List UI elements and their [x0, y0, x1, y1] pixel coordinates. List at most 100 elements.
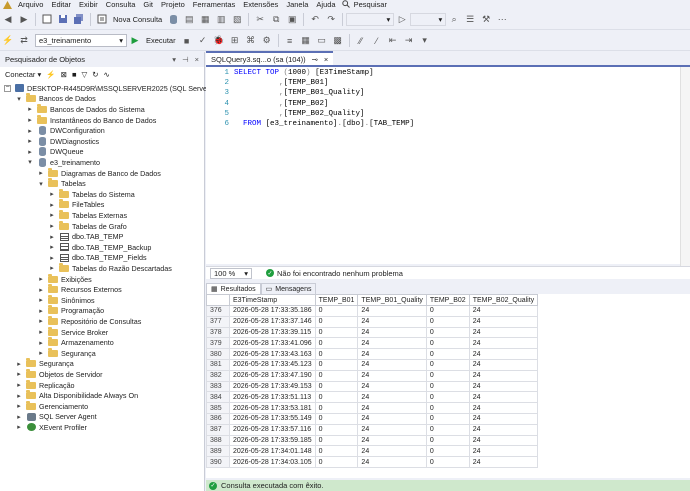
new-query-button[interactable]: Nova Consulta: [113, 15, 162, 24]
tree-node[interactable]: ▸ SQL Server Agent: [15, 412, 96, 423]
results-to-file-icon[interactable]: ▭: [315, 34, 329, 48]
table-cell[interactable]: 0: [314, 315, 359, 328]
table-cell[interactable]: 24: [357, 391, 427, 404]
expand-icon[interactable]: ▸: [37, 169, 45, 177]
expand-icon[interactable]: ▸: [48, 264, 56, 272]
table-cell[interactable]: 24: [357, 412, 427, 425]
table-cell[interactable]: 24: [357, 305, 427, 317]
tree-node[interactable]: ▸ Segurança: [15, 358, 74, 370]
table-cell[interactable]: 0: [314, 402, 359, 414]
expand-icon[interactable]: ▸: [37, 328, 45, 336]
tree-node[interactable]: ▸ dbo.TAB_TEMP_Fields: [48, 253, 146, 264]
database-select[interactable]: e3_treinamento ▾: [35, 34, 127, 47]
tree-node[interactable]: ▸ Tabelas Externas: [48, 209, 127, 221]
table-row[interactable]: 379 2026-05-28 17:33:41.096 0 24 0 24: [206, 337, 539, 350]
table-row[interactable]: 382 2026-05-28 17:33:47.190 0 24 0 24: [206, 369, 539, 382]
row-number[interactable]: 378: [206, 326, 230, 339]
table-cell[interactable]: 0: [314, 358, 359, 371]
table-cell[interactable]: 2026-05-28 17:33:55.149: [229, 412, 316, 425]
expand-icon[interactable]: ▸: [48, 243, 56, 251]
collapse-icon[interactable]: ▾: [15, 95, 23, 103]
tree-node[interactable]: ▸ Exibições: [37, 273, 92, 285]
collapse-icon[interactable]: −: [4, 84, 11, 92]
tree-node[interactable]: ▸ DWConfiguration: [26, 125, 105, 136]
tab-mensagens[interactable]: ▭ Mensagens: [260, 283, 317, 294]
table-cell[interactable]: 24: [357, 358, 427, 371]
table-cell[interactable]: 24: [468, 369, 539, 382]
expand-icon[interactable]: ▸: [15, 402, 23, 410]
tree-node[interactable]: ▸ XEvent Profiler: [15, 422, 87, 433]
tree-node[interactable]: ▸ Armazenamento: [37, 337, 114, 348]
row-number[interactable]: 379: [206, 337, 230, 350]
table-cell[interactable]: 0: [314, 456, 359, 468]
expand-icon[interactable]: ▸: [48, 211, 56, 219]
table-cell[interactable]: 0: [425, 434, 470, 447]
table-cell[interactable]: 2026-05-28 17:33:47.190: [229, 369, 316, 382]
expand-icon[interactable]: ▸: [15, 381, 23, 389]
tree-node[interactable]: ▸ Sinônimos: [37, 294, 95, 306]
tree-node[interactable]: ▸ Segurança: [37, 347, 96, 359]
query-options-icon[interactable]: ⚙: [260, 34, 274, 48]
table-cell[interactable]: 2026-05-28 17:33:43.163: [229, 348, 316, 360]
platform-dropdown[interactable]: ▾: [410, 12, 447, 26]
expand-icon[interactable]: ▸: [48, 201, 56, 209]
expand-icon[interactable]: ▸: [48, 254, 56, 262]
table-row[interactable]: 376 2026-05-28 17:33:35.186 0 24 0 24: [206, 305, 539, 317]
tree-node[interactable]: ▸ Repositório de Consultas: [37, 315, 141, 327]
column-header[interactable]: TEMP_B02_Quality: [468, 294, 539, 306]
forward-icon[interactable]: ▶: [17, 12, 31, 26]
expand-icon[interactable]: ▸: [48, 190, 56, 198]
menu-item-ajuda[interactable]: Ajuda: [312, 0, 339, 9]
connect-plug-icon[interactable]: ⚡: [46, 70, 55, 79]
expand-icon[interactable]: ▸: [37, 317, 45, 325]
new-query-icon[interactable]: [95, 12, 109, 26]
row-number[interactable]: 389: [206, 445, 230, 458]
execute-button[interactable]: Executar: [146, 36, 176, 45]
table-cell[interactable]: 24: [357, 337, 427, 350]
tree-node[interactable]: ▸ Programação: [37, 305, 104, 317]
redo-icon[interactable]: ↷: [324, 12, 338, 26]
issues-indicator[interactable]: ✓ Não foi encontrado nenhum problema: [266, 269, 403, 278]
table-cell[interactable]: 0: [314, 380, 359, 393]
menu-item-git[interactable]: Git: [139, 0, 157, 9]
table-cell[interactable]: 0: [425, 358, 470, 371]
parse-icon[interactable]: ✓: [196, 34, 210, 48]
table-cell[interactable]: 24: [468, 305, 539, 317]
tree-node[interactable]: ▸ Service Broker: [37, 326, 108, 338]
expand-icon[interactable]: ▸: [37, 307, 45, 315]
expand-icon[interactable]: ▸: [37, 296, 45, 304]
row-number[interactable]: 386: [206, 412, 230, 425]
table-cell[interactable]: 0: [425, 423, 470, 436]
table-cell[interactable]: 0: [425, 380, 470, 393]
window-menu-icon[interactable]: ▾: [172, 55, 176, 64]
table-cell[interactable]: 0: [425, 402, 470, 414]
table-cell[interactable]: 2026-05-28 17:33:51.113: [229, 391, 316, 404]
more-icon[interactable]: ⋯: [495, 12, 509, 26]
tree-node[interactable]: ▸ Tabelas do Razão Descartadas: [48, 262, 172, 274]
table-cell[interactable]: 0: [314, 412, 359, 425]
menu-item-janela[interactable]: Janela: [282, 0, 312, 9]
menu-item-extensoes[interactable]: Extensões: [239, 0, 282, 9]
table-cell[interactable]: 24: [357, 456, 427, 468]
tree-node[interactable]: ▸ Instantâneos do Banco de Dados: [26, 114, 156, 126]
table-cell[interactable]: 24: [468, 326, 539, 339]
stop-icon[interactable]: ■: [180, 34, 194, 48]
tree-node[interactable]: ▾ Bancos de Dados: [15, 93, 96, 105]
connect-dropdown[interactable]: Conectar ▾: [5, 70, 41, 79]
table-cell[interactable]: 24: [357, 348, 427, 360]
results-to-grid-icon[interactable]: ▦: [299, 34, 313, 48]
analysis-icon[interactable]: ▦: [198, 12, 212, 26]
zoom-dropdown[interactable]: 100 % ▾: [210, 267, 252, 279]
table-row[interactable]: 383 2026-05-28 17:33:49.153 0 24 0 24: [206, 380, 539, 393]
table-cell[interactable]: 24: [468, 423, 539, 436]
comment-icon[interactable]: ⁄⁄: [354, 34, 368, 48]
table-cell[interactable]: 2026-05-28 17:33:53.181: [229, 402, 316, 414]
row-number[interactable]: 385: [206, 402, 230, 414]
table-cell[interactable]: 24: [357, 434, 427, 447]
expand-icon[interactable]: ▸: [15, 360, 23, 368]
row-number[interactable]: 383: [206, 380, 230, 393]
table-cell[interactable]: 0: [425, 348, 470, 360]
table-cell[interactable]: 0: [314, 445, 359, 458]
results-to-text-icon[interactable]: ≡: [283, 34, 297, 48]
tree-node[interactable]: ▾ Tabelas: [37, 178, 86, 189]
